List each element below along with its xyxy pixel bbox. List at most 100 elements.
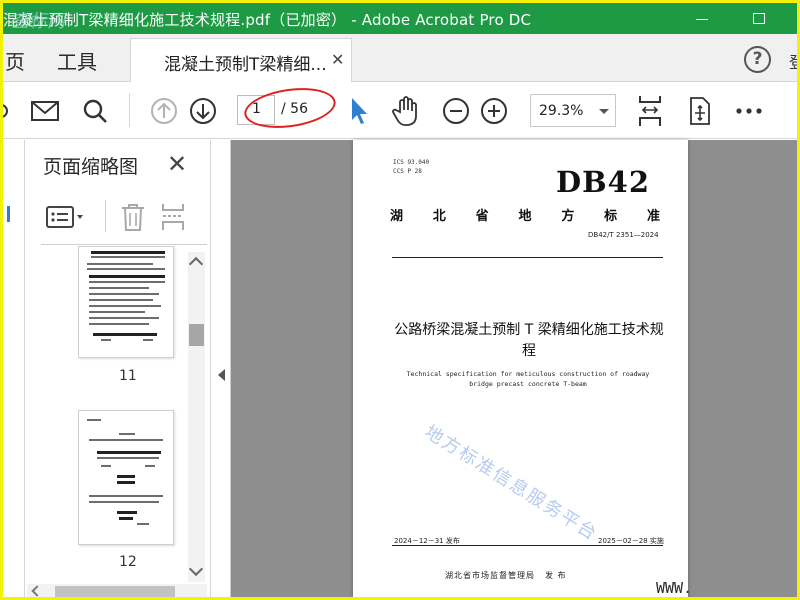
ics-code: ICS 93.040 (393, 159, 430, 166)
thumb-line (143, 339, 153, 341)
maximize-button[interactable] (736, 3, 782, 34)
document-tab[interactable]: 混凝土预制T梁精细... ✕ (130, 38, 352, 82)
thumb-line (89, 305, 161, 307)
thumb-line (145, 465, 155, 467)
app-window: 混凝土预制T梁精细化施工技术规程.pdf（已加密） - Adobe Acroba… (0, 0, 800, 600)
maximize-icon (753, 13, 765, 24)
panel-header-divider (41, 244, 207, 245)
document-title: 公路桥梁混凝土预制 T 梁精细化施工技术规程 (394, 322, 664, 359)
scroll-mode-icon[interactable] (683, 95, 715, 127)
thumb-line (93, 333, 157, 336)
thumb-line (89, 281, 165, 283)
english-title-line: bridge precast concrete T-beam (469, 380, 587, 388)
classification-codes: ICS 93.040 CCS P 28 (393, 158, 429, 176)
thumbnail-page-number: 12 (119, 554, 137, 570)
scroll-up-icon[interactable] (188, 256, 204, 272)
minimize-button[interactable] (679, 3, 725, 34)
thumb-line (89, 293, 159, 295)
thumb-line (89, 501, 159, 503)
db-code: DB42 (556, 165, 651, 199)
zoom-out-icon[interactable] (440, 95, 472, 127)
thumb-line (91, 256, 165, 258)
issuer: 湖北省市场监督管理局 发 布 (445, 570, 567, 581)
extract-page-icon[interactable] (159, 202, 187, 236)
standard-label-char: 准 (646, 209, 660, 224)
document-tab-label: 混凝土预制T梁精细... (164, 55, 327, 75)
zoom-value: 29.3% (539, 103, 584, 119)
thumb-line (117, 511, 137, 514)
tools-tab[interactable]: 工具 (57, 46, 97, 75)
scrollbar-thumb[interactable] (189, 324, 204, 346)
standard-label-char: 湖 (390, 209, 404, 224)
thumb-line (87, 419, 101, 421)
thumb-line (87, 263, 153, 265)
title-bar: 混凝土预制T梁精细化施工技术规程.pdf（已加密） - Adobe Acroba… (3, 3, 797, 34)
thumb-line (119, 433, 135, 435)
ccs-code: CCS P 28 (393, 168, 422, 175)
horizontal-scrollbar-thumb[interactable] (55, 586, 175, 597)
standard-label-char: 地 (518, 209, 532, 224)
close-tab-icon[interactable]: ✕ (331, 50, 344, 69)
panel-divider (105, 200, 106, 232)
english-title: Technical specification for meticulous c… (393, 369, 663, 389)
thumb-line (89, 439, 163, 441)
email-icon[interactable] (29, 95, 61, 127)
pdf-page: ICS 93.040 CCS P 28 DB42 湖 北 省 地 方 标 准 D… (353, 140, 688, 597)
thumb-line (101, 339, 111, 341)
active-panel-marker (7, 206, 10, 222)
thumb-line (89, 317, 159, 319)
thumb-line (97, 451, 161, 454)
thumbnail-options-icon[interactable] (45, 204, 85, 234)
navigation-rail (3, 140, 25, 597)
chevron-down-icon (599, 109, 609, 114)
thumb-line (89, 311, 145, 313)
horizontal-scrollbar[interactable] (27, 584, 207, 597)
thumb-line (89, 495, 163, 497)
thumb-line (89, 323, 149, 325)
thumb-line (89, 299, 153, 301)
minimize-icon (696, 19, 708, 20)
previous-page-icon[interactable] (148, 95, 180, 127)
standard-label-char: 北 (432, 209, 446, 224)
thumb-line (87, 268, 165, 270)
zoom-in-icon[interactable] (478, 95, 510, 127)
thumb-line (119, 517, 133, 520)
window-title: 混凝土预制T梁精细化施工技术规程.pdf（已加密） - Adobe Acroba… (3, 11, 532, 29)
close-panel-icon[interactable]: ✕ (167, 150, 187, 178)
select-cursor-icon[interactable] (343, 95, 375, 127)
more-options-icon[interactable] (733, 95, 765, 127)
toolbar-divider (129, 93, 130, 127)
thumb-line (89, 287, 149, 289)
search-icon[interactable] (79, 95, 111, 127)
thumb-line (91, 251, 165, 254)
standard-number: DB42/T 2351—2024 (588, 231, 659, 239)
panel-title: 页面缩略图 (43, 156, 139, 178)
home-tab[interactable]: 页 (5, 46, 25, 75)
save-icon[interactable] (3, 95, 17, 127)
thumb-line (137, 523, 149, 525)
issuer-suffix: 发 布 (545, 571, 567, 580)
thumb-line (117, 475, 135, 478)
next-page-icon[interactable] (187, 95, 219, 127)
standard-label-char: 省 (475, 209, 489, 224)
zoom-select[interactable]: 29.3% (530, 94, 616, 127)
delete-page-icon[interactable] (119, 202, 147, 236)
scroll-left-icon[interactable] (31, 585, 43, 597)
page-thumbnail[interactable] (78, 410, 174, 545)
page-thumbnail[interactable] (78, 246, 174, 358)
hand-tool-icon[interactable] (391, 95, 423, 127)
thumb-line (101, 465, 111, 467)
sign-in-link[interactable]: 登 (789, 49, 797, 73)
standard-label-char: 方 (561, 209, 575, 224)
menu-bar: 页 工具 混凝土预制T梁精细... ✕ ? 登 (3, 34, 797, 82)
footer-rule (392, 545, 663, 546)
scroll-down-icon[interactable] (188, 561, 204, 577)
site-watermark: WWW. (656, 579, 693, 597)
thumbnail-scrollbar[interactable] (188, 252, 205, 582)
thumb-line (97, 457, 159, 459)
watermark-logo: 查标网 (11, 11, 65, 32)
fit-page-icon[interactable] (634, 95, 666, 127)
collapse-panel-button[interactable] (212, 140, 231, 597)
help-button[interactable]: ? (744, 46, 771, 73)
thumbnail-list: 11 12 (25, 246, 209, 586)
